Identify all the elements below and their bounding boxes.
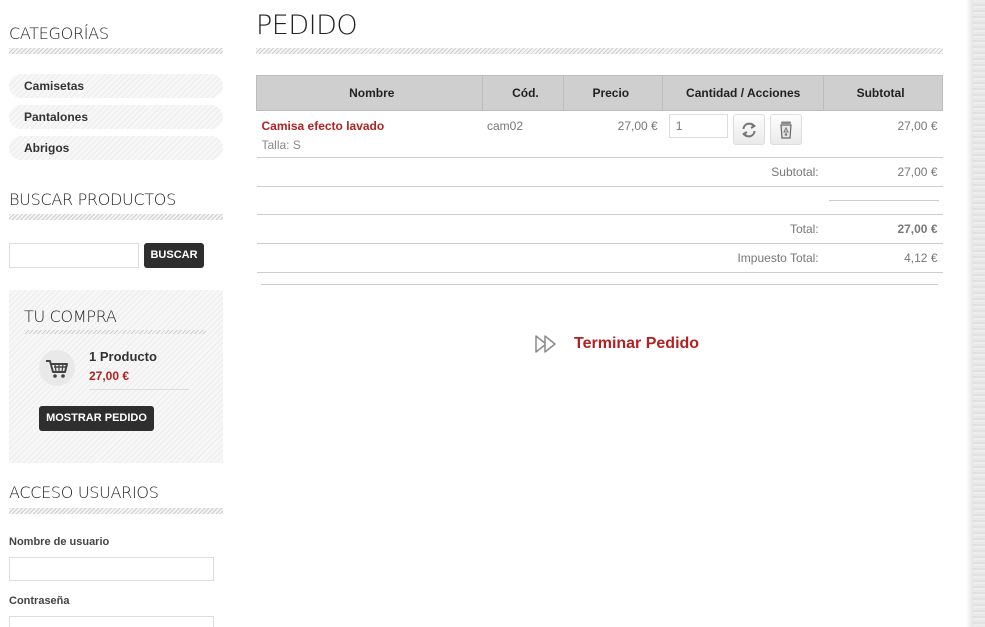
column-header-price: Precio [563, 75, 664, 111]
product-price: 27,00 € [563, 110, 663, 158]
table-end-line [261, 284, 938, 285]
cart-widget: TU COMPRA 1 Producto 27,00 € MOSTRAR PED… [9, 290, 223, 463]
quantity-input[interactable] [668, 114, 728, 138]
total-row: Total: 27,00 € [256, 214, 943, 244]
subtotal-label: Subtotal: [256, 157, 824, 187]
cart-total: 27,00 € [89, 369, 130, 383]
product-name-link[interactable]: Camisa efecto lavado [262, 119, 483, 133]
title-divider [256, 48, 943, 54]
column-header-code: Cód. [481, 75, 565, 111]
quantity-actions-cell [662, 110, 824, 158]
quantity-actions [668, 114, 824, 145]
checkout-button[interactable]: Terminar Pedido [535, 335, 699, 353]
cart-icon [39, 350, 75, 386]
subtotal-value: 27,00 € [823, 157, 943, 187]
product-variant: Talla: S [261, 138, 301, 152]
product-subtotal: 27,00 € [823, 110, 943, 158]
subtotal-row: Subtotal: 27,00 € [256, 157, 943, 187]
tax-row: Impuesto Total: 4,12 € [256, 243, 943, 273]
cart-title: TU COMPRA [24, 307, 117, 326]
search-title: BUSCAR PRODUCTOS [9, 190, 176, 209]
username-label: Nombre de usuario [9, 536, 110, 548]
username-field[interactable] [9, 557, 214, 581]
search-input[interactable] [9, 243, 139, 268]
categories-list: Camisetas Pantalones Abrigos [9, 74, 223, 167]
search-divider [9, 214, 223, 220]
product-cell: Camisa efecto lavado Talla: S [256, 110, 483, 158]
categories-divider [9, 48, 223, 54]
table-header-row: Nombre Cód. Precio Cantidad / Acciones S… [256, 75, 943, 111]
password-field[interactable] [9, 616, 214, 627]
tax-value: 4,12 € [823, 243, 943, 273]
product-code: cam02 [482, 110, 564, 158]
total-value: 27,00 € [823, 214, 943, 244]
cart-product-count: 1 Producto [89, 349, 157, 364]
table-row: Camisa efecto lavado Talla: S cam02 27,0… [256, 110, 943, 158]
tax-label: Impuesto Total: [256, 243, 824, 273]
page-edge-texture [973, 0, 985, 627]
checkout-label: Terminar Pedido [574, 335, 700, 352]
category-item-pantalones[interactable]: Pantalones [9, 105, 223, 129]
cart-separator [89, 389, 189, 390]
cart-divider [24, 330, 206, 334]
update-quantity-button[interactable] [732, 114, 765, 145]
summary-separator [829, 200, 939, 201]
category-item-abrigos[interactable]: Abrigos [9, 136, 223, 160]
column-header-subtotal: Subtotal [823, 75, 943, 111]
login-divider [9, 508, 223, 514]
order-table: Nombre Cód. Precio Cantidad / Acciones S… [256, 75, 943, 273]
login-title: ACCESO USUARIOS [9, 483, 159, 502]
column-header-quantity-actions: Cantidad / Acciones [662, 75, 825, 111]
page-title: PEDIDO [256, 10, 358, 41]
show-order-button[interactable]: MOSTRAR PEDIDO [39, 406, 154, 431]
total-label: Total: [256, 214, 824, 244]
column-header-name: Nombre [256, 75, 483, 111]
search-button[interactable]: BUSCAR [144, 243, 204, 268]
fast-forward-icon [535, 335, 556, 353]
category-item-camisetas[interactable]: Camisetas [9, 74, 223, 98]
password-label: Contraseña [9, 595, 70, 607]
categories-title: CATEGORÍAS [9, 24, 109, 43]
delete-item-button[interactable] [769, 114, 802, 145]
trash-icon [780, 121, 792, 139]
refresh-icon [742, 122, 756, 137]
